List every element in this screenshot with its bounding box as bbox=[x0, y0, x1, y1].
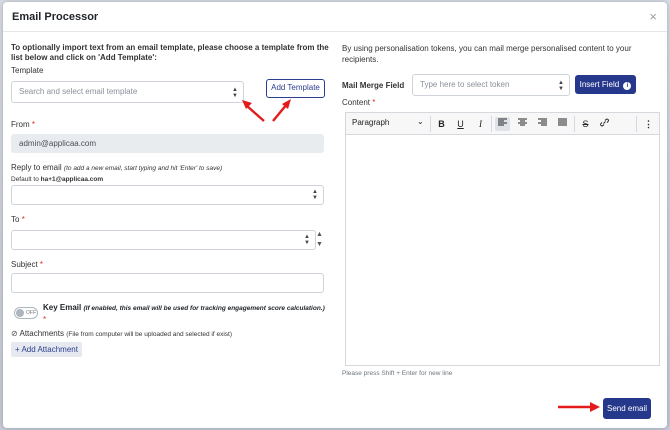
content-label: Content * bbox=[342, 98, 375, 107]
send-email-button[interactable]: Send email bbox=[603, 398, 651, 419]
insert-field-label: Insert Field bbox=[579, 80, 620, 89]
toolbar-divider bbox=[574, 116, 575, 132]
content-editor[interactable] bbox=[345, 135, 660, 366]
editor-hint: Please press Shift + Enter for new line bbox=[342, 370, 453, 377]
tokens-intro: By using personalisation tokens, you can… bbox=[342, 44, 632, 64]
modal-title: Email Processor bbox=[12, 11, 99, 23]
subject-label-text: Subject bbox=[11, 260, 38, 269]
subject-input[interactable] bbox=[11, 273, 324, 293]
insert-field-button[interactable]: Insert Field i bbox=[575, 75, 636, 94]
content-label-text: Content bbox=[342, 98, 371, 107]
updown-arrows-icon: ▲ ▼ bbox=[232, 87, 238, 99]
align-right-icon[interactable] bbox=[535, 117, 550, 131]
reply-to-input[interactable]: ▲ ▼ bbox=[11, 185, 324, 205]
italic-icon[interactable]: I bbox=[473, 117, 488, 131]
attachments-hint: (File from computer will be uploaded and… bbox=[66, 331, 233, 338]
reply-default-value: ha+1@applicaa.com bbox=[40, 176, 104, 183]
email-processor-modal: Email Processor × To optionally import t… bbox=[3, 2, 667, 428]
toolbar-divider bbox=[491, 116, 492, 132]
subject-label: Subject * bbox=[11, 260, 43, 269]
key-email-label: Key Email (If enabled, this email will b… bbox=[43, 302, 328, 325]
attachments-label-text: Attachments bbox=[19, 329, 64, 338]
reply-label: Reply to email (to add a new email, star… bbox=[11, 163, 222, 172]
align-center-icon[interactable] bbox=[515, 117, 530, 131]
paragraph-select[interactable]: Paragraph ⌄ bbox=[352, 117, 424, 127]
toolbar-divider bbox=[430, 116, 431, 132]
from-required: * bbox=[31, 120, 36, 129]
align-left-icon[interactable] bbox=[495, 117, 510, 131]
to-required: * bbox=[21, 215, 25, 224]
close-icon[interactable]: × bbox=[649, 10, 657, 23]
reply-default-prefix: Default to bbox=[11, 176, 39, 183]
to-scroll-arrows[interactable]: ▲ ▼ bbox=[316, 230, 323, 250]
to-input[interactable]: ▲ ▼ bbox=[11, 230, 316, 250]
key-email-label-text: Key Email bbox=[43, 303, 82, 312]
merge-field-label: Mail Merge Field bbox=[342, 81, 405, 90]
paperclip-icon: ⊘ bbox=[11, 329, 18, 338]
key-email-toggle[interactable]: OFF bbox=[14, 307, 38, 319]
more-icon[interactable]: ⋮ bbox=[641, 117, 656, 131]
template-label: Template bbox=[11, 66, 44, 75]
merge-placeholder: Type here to select token bbox=[420, 80, 510, 89]
editor-toolbar: Paragraph ⌄ B U I S ⋮ bbox=[345, 112, 660, 135]
updown-arrows-icon: ▲ ▼ bbox=[558, 80, 564, 92]
attachments-label: ⊘ Attachments (File from computer will b… bbox=[11, 329, 232, 338]
from-value: admin@applicaa.com bbox=[19, 139, 97, 148]
link-icon[interactable] bbox=[597, 117, 612, 131]
content-required: * bbox=[372, 98, 376, 107]
reply-label-text: Reply to email bbox=[11, 163, 62, 172]
from-label: From * bbox=[11, 120, 35, 129]
red-arrow bbox=[242, 99, 291, 122]
template-select[interactable]: Search and select email template ▲ ▼ bbox=[11, 81, 244, 103]
template-placeholder: Search and select email template bbox=[19, 87, 138, 96]
key-email-required: * bbox=[43, 315, 47, 324]
justify-icon[interactable] bbox=[555, 117, 570, 131]
template-instruction: To optionally import text from an email … bbox=[11, 43, 329, 62]
toolbar-divider bbox=[636, 116, 637, 132]
modal-header: Email Processor × bbox=[3, 2, 667, 32]
subject-required: * bbox=[39, 260, 44, 269]
key-email-hint: (If enabled, this email will be used for… bbox=[83, 305, 325, 312]
red-arrow bbox=[558, 402, 600, 412]
updown-arrows-icon: ▲ ▼ bbox=[304, 234, 310, 246]
toggle-state: OFF bbox=[26, 310, 36, 316]
from-field: admin@applicaa.com bbox=[11, 134, 324, 153]
reply-default: Default to ha+1@applicaa.com bbox=[11, 176, 103, 183]
toggle-knob bbox=[16, 309, 24, 317]
to-label-text: To bbox=[11, 215, 20, 224]
chevron-down-icon: ⌄ bbox=[417, 117, 424, 126]
from-label-text: From bbox=[11, 120, 30, 129]
reply-hint: (to add a new email, start typing and hi… bbox=[63, 165, 223, 172]
paragraph-label: Paragraph bbox=[352, 118, 390, 127]
info-icon: i bbox=[623, 82, 632, 90]
merge-field-select[interactable]: Type here to select token ▲ ▼ bbox=[412, 74, 570, 96]
underline-icon[interactable]: U bbox=[453, 117, 468, 131]
add-attachment-button[interactable]: + Add Attachment bbox=[11, 342, 82, 357]
bold-icon[interactable]: B bbox=[434, 117, 449, 131]
to-label: To * bbox=[11, 215, 25, 224]
strikethrough-icon[interactable]: S bbox=[578, 117, 593, 131]
updown-arrows-icon: ▲ ▼ bbox=[312, 189, 318, 201]
